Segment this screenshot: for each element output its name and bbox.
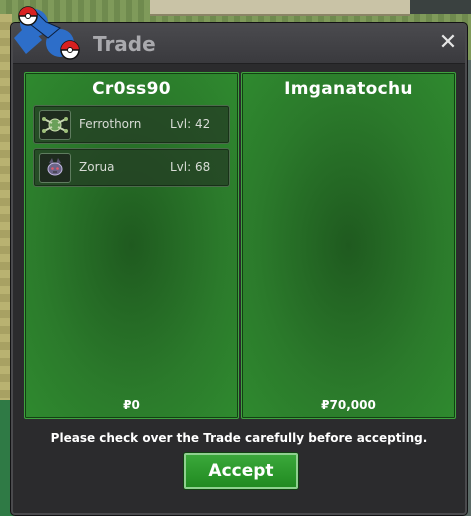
my-offer-panel: Cr0ss90 Ferrothorn Lvl: 42 Zorua Lvl: 68… bbox=[24, 72, 239, 419]
pokemon-slot[interactable]: Zorua Lvl: 68 bbox=[33, 148, 230, 187]
pokemon-level: Lvl: 68 bbox=[170, 160, 211, 174]
ferrothorn-icon bbox=[39, 110, 71, 140]
player-name: Imganatochu bbox=[284, 79, 413, 99]
pokemon-slot[interactable]: Ferrothorn Lvl: 42 bbox=[33, 105, 230, 144]
zorua-icon bbox=[39, 153, 71, 183]
background-building bbox=[150, 0, 410, 16]
pokemon-name: Zorua bbox=[79, 160, 115, 174]
pokemon-list: Ferrothorn Lvl: 42 Zorua Lvl: 68 bbox=[33, 105, 230, 191]
pokemon-level: Lvl: 42 bbox=[170, 117, 211, 131]
window-title: Trade bbox=[93, 32, 156, 56]
trade-window: Trade ✕ Cr0ss90 Ferrothorn Lvl: 42 Zorua… bbox=[11, 23, 467, 515]
player-name: Cr0ss90 bbox=[92, 79, 171, 99]
other-offer-panel: Imganatochu ₽70,000 bbox=[241, 72, 456, 419]
close-icon: ✕ bbox=[438, 30, 458, 55]
background-building-dark bbox=[410, 0, 471, 14]
pokemon-logo-icon bbox=[8, 0, 88, 66]
money-amount: ₽70,000 bbox=[321, 398, 376, 412]
money-amount: ₽0 bbox=[123, 398, 140, 412]
close-button[interactable]: ✕ bbox=[437, 32, 459, 54]
accept-button[interactable]: Accept bbox=[184, 453, 298, 489]
pokemon-name: Ferrothorn bbox=[79, 117, 142, 131]
trade-warning-text: Please check over the Trade carefully be… bbox=[50, 431, 428, 445]
